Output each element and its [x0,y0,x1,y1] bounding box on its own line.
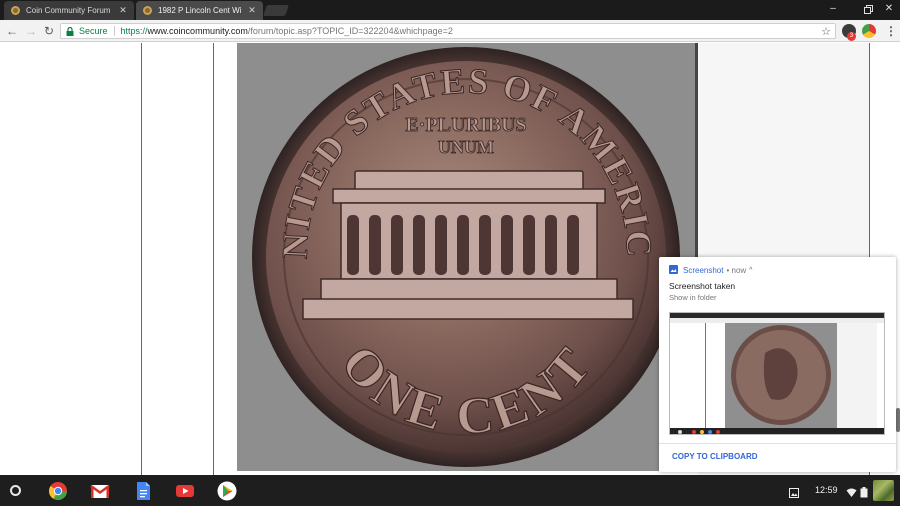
page-scrollbar[interactable] [896,408,900,432]
notification-app-name: Screenshot [683,266,724,275]
coin-motto-line1: E·PLURIBUS [405,114,526,136]
address-bar[interactable]: Secure https:// www.coincommunity.com /f… [60,23,836,39]
expand-chevron-icon[interactable]: ^ [749,267,752,274]
screenshot-notification[interactable]: Screenshot • now ^ Screenshot taken Show… [659,257,896,472]
minimize-icon[interactable]: – [826,3,840,14]
tab-title: 1982 P Lincoln Cent Wi [158,6,242,15]
notification-title: Screenshot taken [669,281,736,291]
url-host: www.coincommunity.com [147,26,248,36]
system-clock[interactable]: 12:59 [815,485,838,495]
user-avatar[interactable] [873,480,894,501]
coin-forum-favicon-icon [142,5,153,16]
tab-close-icon[interactable]: ✕ [247,5,257,16]
youtube-icon[interactable] [175,481,195,501]
url-scheme: https:// [120,26,148,36]
notification-time: • now [726,266,747,275]
tab-coin-community-forum[interactable]: Coin Community Forum ✕ [4,1,134,20]
coin-motto-line2: UNUM [438,137,494,157]
screenshot-app-icon [669,265,678,276]
chromeos-shelf: 12:59 [0,475,900,506]
battery-icon[interactable] [860,485,871,498]
menu-kebab-icon[interactable]: ⋮ [884,24,898,38]
docs-icon[interactable] [133,481,153,501]
chrome-icon[interactable] [48,481,68,501]
tab-1982-p-lincoln-cent[interactable]: 1982 P Lincoln Cent Wi ✕ [136,1,263,20]
desktop: Coin Community Forum ✕ 1982 P Lincoln Ce… [0,0,900,506]
coin-photo[interactable]: UNITED STATES OF AMERICA E·PLURIBUS UNUM… [223,43,695,471]
bookmark-star-icon[interactable]: ☆ [821,25,831,38]
launcher-icon[interactable] [10,485,21,496]
coin-forum-favicon-icon [10,5,21,16]
back-icon[interactable]: ← [5,24,19,38]
reload-icon[interactable]: ↻ [42,24,56,38]
notification-divider [659,443,896,444]
secure-label: Secure [79,26,108,36]
play-store-icon[interactable] [217,481,237,501]
gmail-icon[interactable] [90,481,110,501]
page-border-line [141,43,142,475]
separator [113,26,115,36]
extension-badge: 3 [847,32,856,41]
tab-title: Coin Community Forum [26,6,111,15]
wifi-icon[interactable] [846,485,857,497]
screenshot-tray-icon[interactable] [789,485,800,498]
show-in-folder-link[interactable]: Show in folder [669,293,717,302]
notification-header: Screenshot • now ^ [669,265,752,276]
restore-icon[interactable] [861,3,875,17]
page-border-line [213,43,214,475]
tab-close-icon[interactable]: ✕ [118,5,128,16]
browser-toolbar: ← → ↻ Secure https:// www.coincommunity.… [0,20,900,42]
url-path: /forum/topic.asp?TOPIC_ID=322204&whichpa… [247,26,453,36]
copy-to-clipboard-button[interactable]: COPY TO CLIPBOARD [672,452,758,461]
close-window-icon[interactable]: ✕ [882,3,896,14]
forward-icon[interactable]: → [24,24,38,38]
screenshot-thumbnail[interactable] [669,312,885,435]
tab-strip: Coin Community Forum ✕ 1982 P Lincoln Ce… [0,0,900,20]
chrome-extension-icon[interactable] [862,24,876,38]
new-tab-button[interactable] [262,5,290,16]
lock-icon [66,26,76,36]
